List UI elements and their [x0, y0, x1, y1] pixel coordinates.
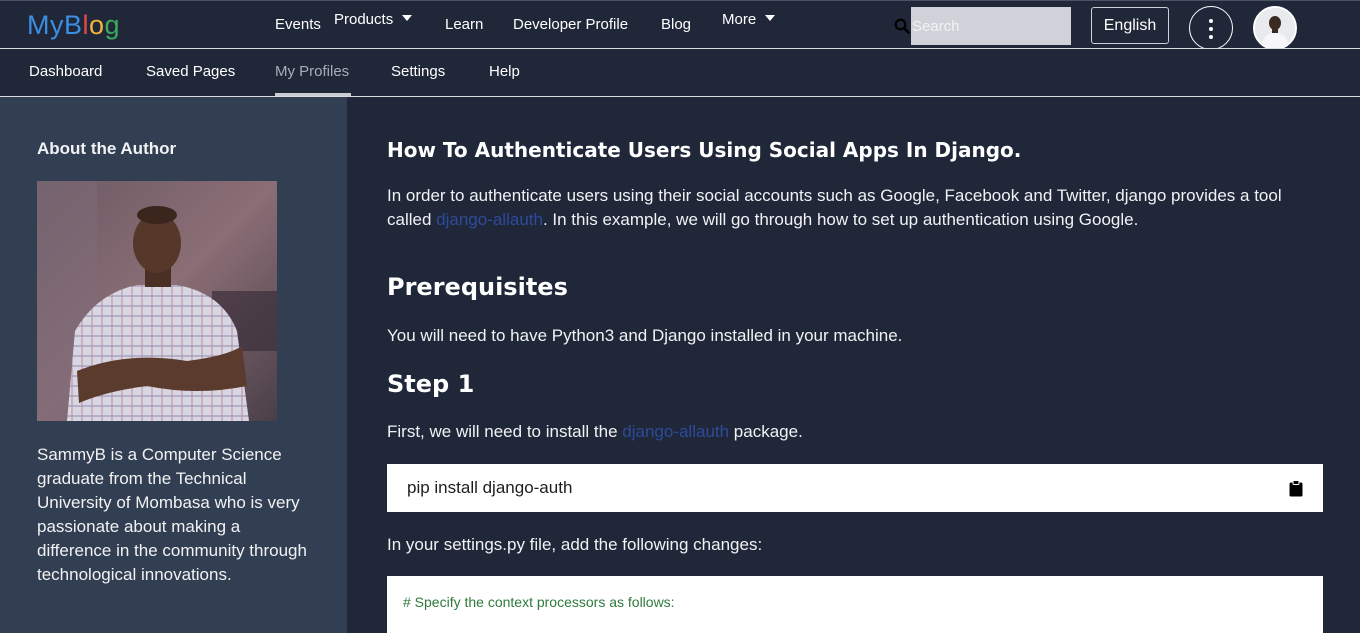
more-options-button[interactable] — [1189, 6, 1233, 50]
install-command: pip install django-auth — [407, 478, 573, 497]
myblog-logo[interactable]: MyBlog — [27, 10, 120, 40]
kebab-menu-icon — [1209, 19, 1213, 23]
tab-dashboard[interactable]: Dashboard — [29, 63, 102, 80]
nav-more-dropdown[interactable]: More — [722, 11, 776, 29]
nav-products-label: Products — [334, 11, 394, 28]
settings-code-block: # Specify the context processors as foll… — [387, 576, 1323, 633]
active-tab-indicator — [275, 93, 351, 96]
logo-letter: B — [64, 10, 83, 40]
prerequisites-text: You will need to have Python3 and Django… — [387, 326, 903, 345]
code-comment: # Specify the context processors as foll… — [403, 594, 675, 610]
intro-text-end: . In this example, we will go through ho… — [542, 210, 1139, 229]
chevron-down-icon — [402, 15, 413, 21]
logo-letter: o — [89, 10, 105, 40]
clipboard-icon[interactable] — [1289, 480, 1303, 497]
logo-letter: y — [50, 10, 64, 40]
avatar-image — [1255, 8, 1295, 48]
step-1-text: First, we will need to install the djang… — [387, 420, 803, 444]
language-button[interactable]: English — [1091, 7, 1169, 44]
author-photo — [37, 181, 277, 421]
nav-products-dropdown[interactable]: Products — [334, 11, 413, 29]
article-content: How To Authenticate Users Using Social A… — [347, 97, 1360, 633]
prerequisites-heading: Prerequisites — [387, 273, 568, 301]
step-1-text-start: First, we will need to install the — [387, 422, 623, 441]
author-bio: SammyB is a Computer Science graduate fr… — [37, 445, 307, 584]
nav-learn-link[interactable]: Learn — [445, 16, 483, 34]
user-avatar[interactable] — [1253, 6, 1297, 50]
author-sidebar: About the Author SammyB is a Computer Sc… — [0, 97, 347, 633]
django-allauth-link[interactable]: django-allauth — [436, 210, 543, 229]
tab-saved-pages[interactable]: Saved Pages — [146, 63, 235, 80]
settings-instruction: In your settings.py file, add the follow… — [387, 535, 763, 554]
kebab-menu-icon-dot — [1209, 27, 1213, 31]
logo-letter: M — [27, 10, 50, 40]
secondary-navbar: Dashboard Saved Pages My Profiles Settin… — [0, 48, 1360, 97]
step-1-text-end: package. — [729, 422, 803, 441]
nav-blog-link[interactable]: Blog — [661, 16, 691, 34]
logo-letter: g — [104, 10, 121, 40]
step-1-heading: Step 1 — [387, 370, 475, 398]
tab-help[interactable]: Help — [489, 63, 520, 80]
django-allauth-package-link[interactable]: django-allauth — [622, 422, 729, 441]
nav-developer-profile-link[interactable]: Developer Profile — [513, 16, 628, 34]
nav-more-label: More — [722, 11, 757, 28]
nav-events-link[interactable]: Events — [275, 16, 321, 34]
intro-paragraph: In order to authenticate users using the… — [387, 184, 1317, 232]
tab-my-profiles[interactable]: My Profiles — [275, 63, 349, 80]
chevron-down-icon — [765, 15, 776, 21]
top-navbar: MyBlog Events Products Learn Developer P… — [0, 0, 1360, 50]
author-photo-image — [37, 181, 277, 421]
tab-settings[interactable]: Settings — [391, 63, 445, 80]
kebab-menu-icon-dot — [1209, 35, 1213, 39]
search-input[interactable] — [911, 7, 1071, 45]
install-code-block: pip install django-auth — [387, 464, 1323, 512]
search-icon[interactable] — [894, 18, 910, 34]
about-author-heading: About the Author — [37, 139, 177, 158]
article-title: How To Authenticate Users Using Social A… — [387, 138, 1022, 162]
